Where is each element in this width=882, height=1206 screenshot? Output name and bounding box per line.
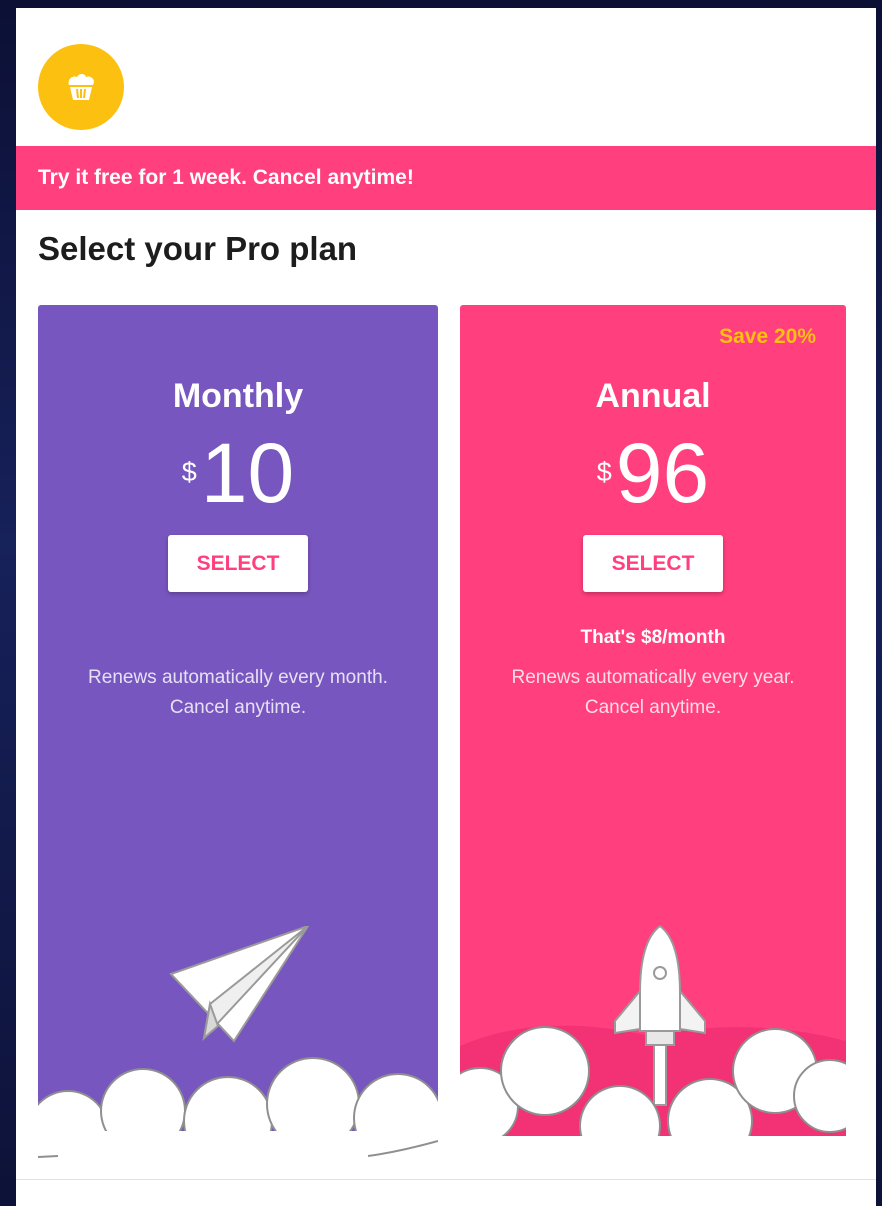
price-amount: 96 <box>615 426 710 520</box>
paper-plane-illustration <box>38 926 438 1171</box>
price-currency: $ <box>181 457 197 487</box>
renew-line: Renews automatically every month. <box>88 667 388 688</box>
per-month-price: That's $8/month <box>580 627 726 648</box>
app-logo[interactable] <box>38 44 124 130</box>
price-currency: $ <box>596 457 612 487</box>
trial-banner: Try it free for 1 week. Cancel anytime! <box>16 146 876 210</box>
plan-card-monthly: Monthly $10 SELECT Renews automatically … <box>38 305 438 1171</box>
plan-title: Monthly <box>172 377 304 415</box>
renew-info: Renews automatically every year. Cancel … <box>460 663 846 723</box>
renew-line: Renews automatically every year. <box>511 667 795 688</box>
savings-badge: Save 20% <box>719 325 816 348</box>
plan-price: $10 <box>38 423 438 523</box>
cancel-line: Cancel anytime. <box>169 697 307 718</box>
price-amount: 10 <box>200 426 295 520</box>
paper-plane-icon <box>169 926 310 1043</box>
cupcake-icon <box>68 74 94 100</box>
select-monthly-button[interactable]: SELECT <box>168 535 308 592</box>
divider <box>16 1179 876 1180</box>
pricing-panel: Try it free for 1 week. Cancel anytime! … <box>16 8 876 1206</box>
cancel-line: Cancel anytime. <box>584 697 722 718</box>
plan-price: $96 <box>460 423 846 523</box>
page-title: Select your Pro plan <box>38 230 358 267</box>
renew-info: Renews automatically every month. Cancel… <box>38 663 438 723</box>
rocket-illustration <box>460 924 846 1171</box>
plan-title: Annual <box>595 377 711 415</box>
trial-banner-text: Try it free for 1 week. Cancel anytime! <box>38 166 414 189</box>
plan-card-annual: Save 20% Annual $96 SELECT That's $8/mon… <box>460 305 846 1171</box>
select-annual-button[interactable]: SELECT <box>583 535 723 592</box>
